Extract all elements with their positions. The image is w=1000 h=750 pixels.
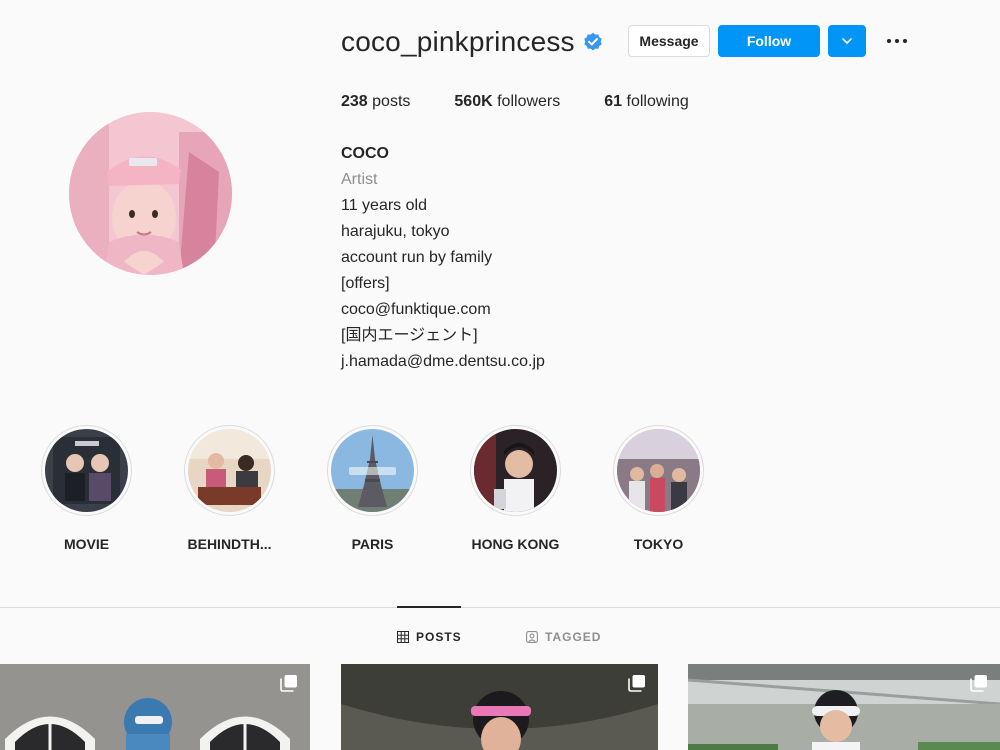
posts-count: 238 posts	[341, 93, 411, 110]
bio-line: coco@funktique.com	[341, 301, 491, 318]
tab-tagged[interactable]: TAGGED	[526, 628, 601, 646]
tabs-divider	[0, 607, 1000, 608]
highlight-paris[interactable]: PARIS	[326, 425, 419, 552]
profile-title-row: coco_pinkprincess	[341, 22, 603, 62]
follow-button[interactable]: Follow	[718, 25, 820, 57]
tagged-icon	[526, 631, 538, 643]
highlight-tokyo[interactable]: TOKYO	[612, 425, 705, 552]
highlight-cover	[617, 429, 700, 512]
highlight-behindthe[interactable]: BEHINDTH...	[183, 425, 276, 552]
highlight-label: BEHINDTH...	[187, 536, 272, 552]
profile-avatar[interactable]	[69, 112, 232, 275]
highlight-cover	[331, 429, 414, 512]
highlight-label: TOKYO	[633, 536, 684, 552]
chevron-down-icon	[842, 38, 852, 45]
profile-bio: COCO Artist 11 years old harajuku, tokyo…	[341, 141, 545, 375]
highlight-cover	[45, 429, 128, 512]
verified-badge-icon	[583, 32, 603, 52]
message-button[interactable]: Message	[628, 25, 710, 57]
highlight-cover	[474, 429, 557, 512]
profile-category: Artist	[341, 171, 378, 188]
bio-line: [国内エージェント]	[341, 327, 478, 344]
highlight-hong-kong[interactable]: HONG KONG	[469, 425, 562, 552]
profile-username: coco_pinkprincess	[341, 26, 575, 57]
highlight-movie[interactable]: MOVIE	[40, 425, 133, 552]
bio-line: account run by family	[341, 249, 493, 266]
highlight-label: HONG KONG	[471, 536, 560, 552]
post-image	[688, 664, 1000, 750]
tab-posts[interactable]: POSTS	[397, 628, 462, 646]
profile-stats: 238 posts 560K followers 61 following	[341, 93, 733, 111]
multiple-photos-icon	[628, 675, 645, 692]
highlight-label: MOVIE	[63, 536, 110, 552]
active-tab-indicator	[397, 606, 461, 608]
bio-line: 11 years old	[341, 197, 427, 214]
multiple-photos-icon	[280, 675, 297, 692]
profile-full-name: COCO	[341, 145, 389, 162]
highlight-label: PARIS	[351, 536, 394, 552]
more-options-icon[interactable]	[882, 30, 912, 52]
bio-line: [offers]	[341, 275, 390, 292]
post-thumbnail[interactable]	[688, 664, 1000, 750]
post-thumbnail[interactable]	[0, 664, 310, 750]
highlight-cover	[188, 429, 271, 512]
bio-line: harajuku, tokyo	[341, 223, 450, 240]
post-image	[341, 664, 658, 750]
following-link[interactable]: 61 following	[604, 93, 689, 111]
multiple-photos-icon	[970, 675, 987, 692]
avatar-image	[69, 112, 232, 275]
suggested-dropdown-button[interactable]	[828, 25, 866, 57]
grid-icon	[397, 631, 409, 643]
post-image	[0, 664, 310, 750]
post-thumbnail[interactable]	[341, 664, 658, 750]
bio-line: j.hamada@dme.dentsu.co.jp	[341, 353, 545, 370]
story-highlights: MOVIE BEHINDTH... PARIS HONG KONG TOKYO	[40, 425, 755, 552]
followers-link[interactable]: 560K followers	[454, 93, 560, 111]
tab-label: TAGGED	[545, 630, 602, 644]
tab-label: POSTS	[416, 630, 462, 644]
